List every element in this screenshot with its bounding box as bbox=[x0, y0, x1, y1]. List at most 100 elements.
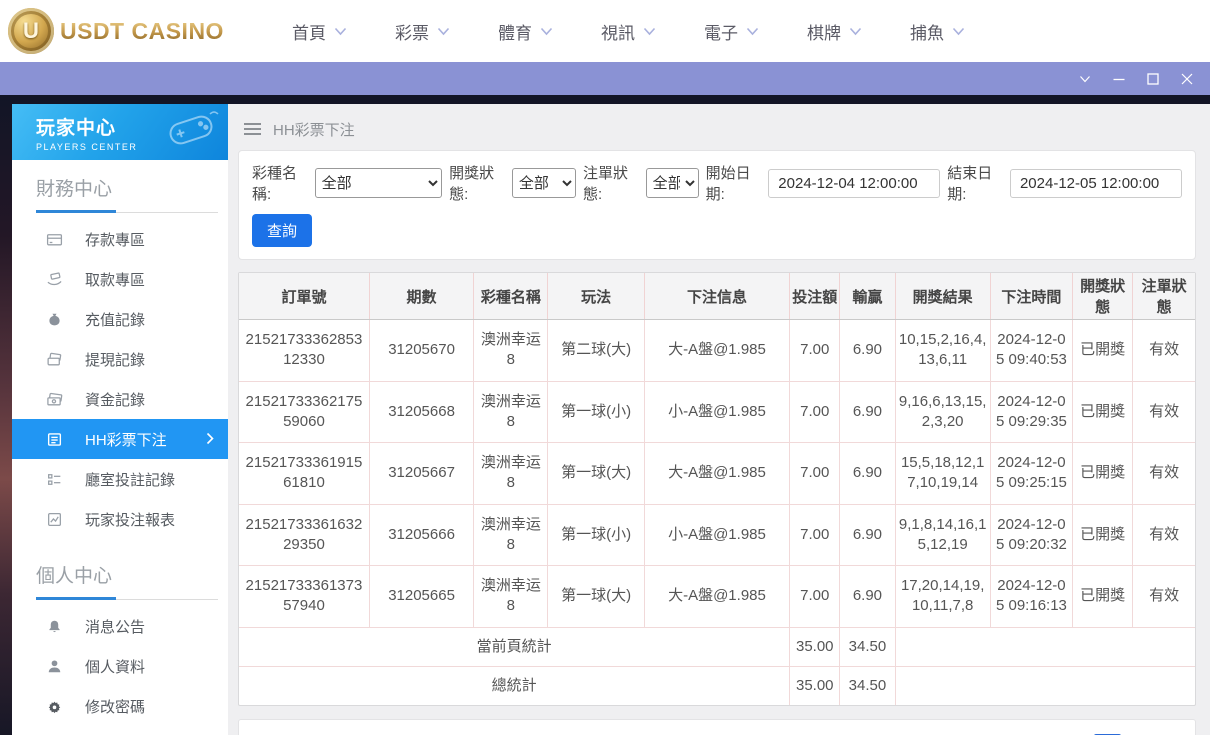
summary-label: 當前頁統計 bbox=[239, 626, 791, 667]
hamburger-menu-icon[interactable] bbox=[244, 123, 261, 135]
table-cell: 澳洲幸运8 bbox=[473, 380, 549, 443]
window-close-icon[interactable] bbox=[1179, 71, 1194, 86]
table-cell: 2024-12-05 09:40:53 bbox=[989, 319, 1074, 382]
column-header: 下注時間 bbox=[989, 273, 1074, 320]
table-cell: 有效 bbox=[1132, 503, 1195, 566]
sidebar-item-label: 資金記錄 bbox=[85, 391, 146, 409]
table-cell: 7.00 bbox=[789, 442, 841, 505]
table-row: 2152173336137357940 31205665 澳洲幸运8 第一球(大) 大-… bbox=[239, 565, 1195, 628]
nav-item-4[interactable]: 視訊 bbox=[601, 19, 656, 44]
window-maximize-icon[interactable] bbox=[1145, 71, 1160, 86]
sidebar-item-修改密碼[interactable]: 修改密碼 bbox=[12, 686, 228, 726]
sidebar-item-個人資料[interactable]: 個人資料 bbox=[12, 646, 228, 686]
start-date-label: 開始日期: bbox=[705, 165, 751, 203]
draw-status-select[interactable]: 全部 bbox=[511, 168, 576, 198]
table-cell: 31205667 bbox=[368, 442, 475, 505]
nav-item-label: 首頁 bbox=[291, 23, 326, 43]
end-date-label: 結束日期: bbox=[947, 165, 993, 203]
sidebar-item-資金記錄[interactable]: 資金記錄 bbox=[12, 379, 228, 419]
chevron-down-icon bbox=[643, 27, 656, 36]
summary-row: 總統計 35.00 34.50 bbox=[239, 665, 1195, 705]
sidebar-item-label: 存款專區 bbox=[85, 231, 146, 249]
order-status-select[interactable]: 全部 bbox=[645, 168, 699, 198]
lottery-bet-icon bbox=[46, 431, 63, 448]
sidebar-item-label: 充值記錄 bbox=[85, 311, 146, 329]
sidebar-section-title: 財務中心 bbox=[36, 179, 113, 200]
hall-bet-record-icon bbox=[46, 471, 63, 488]
chevron-down-icon bbox=[746, 27, 759, 36]
table-cell: 小-A盤@1.985 bbox=[643, 503, 791, 566]
table-cell: 6.90 bbox=[839, 380, 896, 443]
window-minimize-icon[interactable] bbox=[1111, 71, 1126, 86]
window-title-bar bbox=[0, 62, 1210, 95]
sidebar-item-HH彩票下注[interactable]: HH彩票下注 bbox=[12, 419, 228, 459]
sidebar-item-玩家投注報表[interactable]: 玩家投注報表 bbox=[12, 499, 228, 539]
table-cell: 17,20,14,19,10,11,7,8 bbox=[894, 565, 991, 628]
nav-item-label: 棋牌 bbox=[806, 23, 841, 43]
gamepad-icon bbox=[160, 108, 222, 157]
withdraw-hand-icon bbox=[46, 271, 63, 288]
order-status-label: 注單狀態: bbox=[582, 165, 628, 203]
table-cell: 第二球(大) bbox=[547, 319, 645, 382]
table-cell: 9,1,8,14,16,15,12,19 bbox=[894, 503, 991, 566]
lottery-type-select[interactable]: 全部 bbox=[314, 168, 443, 198]
column-header: 期數 bbox=[368, 273, 475, 320]
table-row: 2152173336163229350 31205666 澳洲幸运8 第一球(小) 小-… bbox=[239, 503, 1195, 566]
nav-item-6[interactable]: 棋牌 bbox=[807, 19, 862, 44]
sidebar-item-存款專區[interactable]: 存款專區 bbox=[12, 219, 228, 259]
table-cell: 7.00 bbox=[789, 380, 841, 443]
sidebar-item-充值記錄[interactable]: 充值記錄 bbox=[12, 299, 228, 339]
start-date-input[interactable] bbox=[768, 168, 941, 198]
sidebar-item-廳室投註記錄[interactable]: 廳室投註記錄 bbox=[12, 459, 228, 499]
sidebar-item-取款專區[interactable]: 取款專區 bbox=[12, 259, 228, 299]
column-header: 訂單號 bbox=[239, 273, 370, 320]
gear-icon bbox=[46, 698, 63, 715]
nav-item-2[interactable]: 彩票 bbox=[395, 19, 450, 44]
table-cell: 31205668 bbox=[368, 380, 475, 443]
app-background: 玩家中心 PLAYERS CENTER 財務中心 存款專區 取款專區 充值記錄 提現記錄… bbox=[0, 95, 1210, 735]
column-header: 玩法 bbox=[547, 273, 645, 320]
nav-item-5[interactable]: 電子 bbox=[704, 19, 759, 44]
table-cell: 6.90 bbox=[839, 565, 896, 628]
nav-item-1[interactable]: 首頁 bbox=[292, 19, 347, 44]
table-row: 2152173336217559060 31205668 澳洲幸运8 第一球(小) 小-… bbox=[239, 380, 1195, 443]
filter-panel: 彩種名稱: 全部 開獎狀態: 全部 注單狀態: 全部 開始日期: 結束日期: 查… bbox=[238, 150, 1196, 260]
table-cell: 2024-12-05 09:29:35 bbox=[989, 380, 1074, 443]
table-cell: 有效 bbox=[1132, 319, 1195, 382]
section-divider bbox=[36, 210, 218, 213]
user-icon bbox=[46, 658, 63, 675]
top-nav-items: 首頁 彩票 體育 視訊 電子 棋牌 捕魚 bbox=[292, 19, 965, 44]
table-cell: 2024-12-05 09:20:32 bbox=[989, 503, 1074, 566]
table-row: 2152173336285312330 31205670 澳洲幸运8 第二球(大) 大-… bbox=[239, 319, 1195, 382]
sidebar-item-label: 廳室投註記錄 bbox=[85, 471, 176, 489]
summary-label: 總統計 bbox=[239, 665, 791, 705]
column-header: 投注額 bbox=[789, 273, 841, 320]
brand-logo[interactable]: U USDT CASINO bbox=[8, 8, 224, 54]
table-cell: 2152173336137357940 bbox=[239, 565, 370, 628]
summary-win-loss-total: 34.50 bbox=[839, 626, 896, 667]
summary-empty-cell bbox=[894, 626, 1195, 667]
window-dropdown-icon[interactable] bbox=[1077, 71, 1092, 86]
withdrawal-record-icon bbox=[46, 351, 63, 368]
chevron-right-icon bbox=[206, 432, 214, 449]
table-cell: 6.90 bbox=[839, 319, 896, 382]
nav-item-3[interactable]: 體育 bbox=[498, 19, 553, 44]
end-date-input[interactable] bbox=[1009, 168, 1182, 198]
main-content: HH彩票下注 彩種名稱: 全部 開獎狀態: 全部 注單狀態: 全部 開始日期: … bbox=[228, 104, 1210, 735]
lottery-type-label: 彩種名稱: bbox=[252, 165, 298, 203]
sidebar-item-提現記錄[interactable]: 提現記錄 bbox=[12, 339, 228, 379]
nav-item-label: 電子 bbox=[703, 23, 738, 43]
sidebar-item-消息公告[interactable]: 消息公告 bbox=[12, 606, 228, 646]
section-divider bbox=[36, 597, 218, 600]
nav-item-label: 捕魚 bbox=[909, 23, 944, 43]
table-cell: 10,15,2,16,4,13,6,11 bbox=[894, 319, 991, 382]
nav-item-label: 視訊 bbox=[600, 23, 635, 43]
nav-item-7[interactable]: 捕魚 bbox=[910, 19, 965, 44]
sidebar-item-label: 消息公告 bbox=[85, 618, 146, 636]
table-cell: 7.00 bbox=[789, 319, 841, 382]
sidebar-section-title: 個人中心 bbox=[36, 566, 113, 587]
sidebar-item-label: 提現記錄 bbox=[85, 351, 146, 369]
summary-win-loss-total: 34.50 bbox=[839, 665, 896, 705]
search-button[interactable]: 查詢 bbox=[252, 214, 313, 247]
table-cell: 大-A盤@1.985 bbox=[643, 319, 791, 382]
